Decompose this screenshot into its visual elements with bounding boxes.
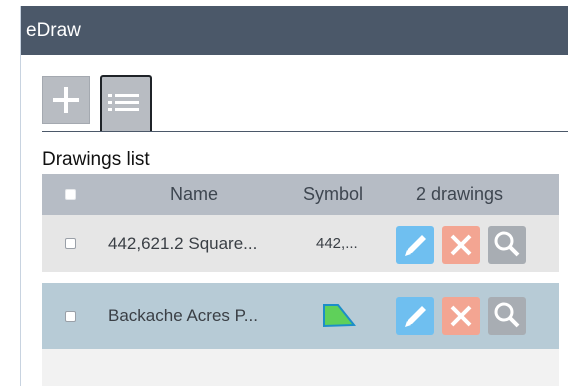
column-header-name[interactable]: Name <box>170 174 218 215</box>
edit-drawing-button[interactable] <box>396 297 434 335</box>
plus-icon <box>53 87 79 113</box>
column-header-symbol[interactable]: Symbol <box>303 174 363 215</box>
panel-title: eDraw <box>26 20 81 41</box>
delete-drawing-button[interactable] <box>442 297 480 335</box>
row-checkbox[interactable] <box>65 238 76 249</box>
drawing-name: Backache Acres P... <box>108 306 258 325</box>
magnifier-icon <box>494 302 520 328</box>
polygon-symbol-icon <box>323 304 356 328</box>
pencil-icon <box>405 306 426 327</box>
select-all-checkbox[interactable] <box>65 189 76 200</box>
drawing-name: 442,621.2 Square... <box>108 233 258 253</box>
pencil-icon <box>405 235 426 256</box>
edit-drawing-button[interactable] <box>396 226 434 264</box>
drawing-symbol-text: 442,... <box>316 235 358 252</box>
table-footer <box>42 349 559 386</box>
zoom-to-drawing-button[interactable] <box>488 297 526 335</box>
edraw-panel: eDraw Drawings list Name Symbol 2 drawin… <box>20 6 568 386</box>
close-icon <box>450 234 472 256</box>
select-all-cell <box>65 174 76 215</box>
toolbar <box>42 75 568 132</box>
row-checkbox[interactable] <box>65 310 76 322</box>
zoom-to-drawing-button[interactable] <box>488 226 526 264</box>
row-checkbox-cell <box>65 215 76 272</box>
close-icon <box>450 305 472 327</box>
panel-titlebar: eDraw <box>21 6 568 55</box>
drawings-count: 2 drawings <box>416 184 504 204</box>
drawing-symbol-cell <box>322 283 356 349</box>
add-drawing-button[interactable] <box>42 76 90 124</box>
table-row[interactable]: 442,621.2 Square... 442,... <box>42 215 559 272</box>
row-checkbox-cell <box>65 283 76 349</box>
drawings-list-heading: Drawings list <box>42 149 150 170</box>
drawings-list-tab[interactable] <box>100 75 152 131</box>
list-icon <box>108 94 139 111</box>
table-row[interactable]: Backache Acres P... <box>42 283 559 349</box>
delete-drawing-button[interactable] <box>442 226 480 264</box>
row-separator <box>42 272 559 283</box>
table-header: Name Symbol 2 drawings <box>42 174 559 215</box>
magnifier-icon <box>494 231 520 257</box>
